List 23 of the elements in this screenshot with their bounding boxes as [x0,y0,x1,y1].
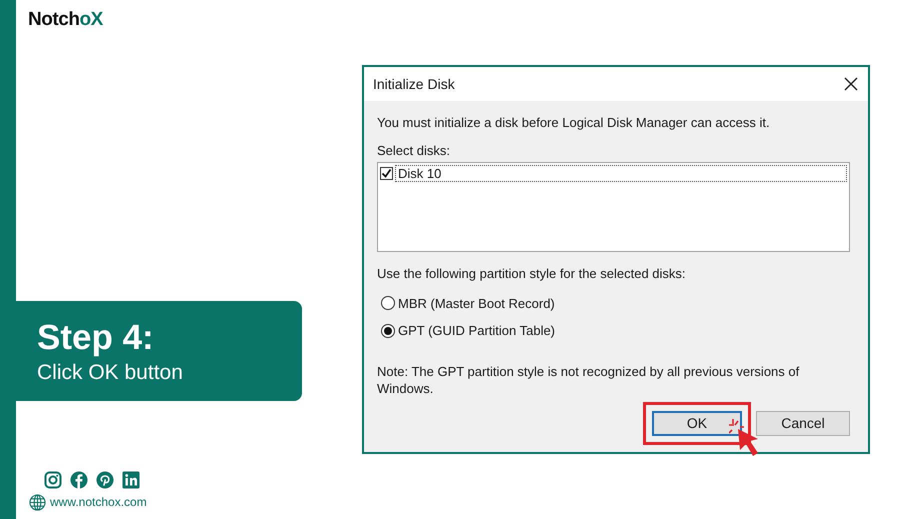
dialog-button[interactable]: OK [652,410,742,436]
checkbox[interactable] [380,167,393,180]
close-icon[interactable] [844,77,858,91]
website-link[interactable]: www.notchox.com [50,493,147,511]
instagram-icon[interactable] [44,471,62,489]
radio-button[interactable] [381,324,395,338]
radio-button[interactable] [381,296,395,310]
select-disks-label: Select disks: [377,142,450,160]
disk-item[interactable]: Disk 10 [395,165,847,182]
pinterest-icon[interactable] [96,471,114,489]
partition-style-label: Use the following partition style for the selected disks: [377,265,686,283]
note-text: Note: The GPT partition style is not recognized by all previous versions of Windows. [377,362,800,396]
facebook-icon[interactable] [70,471,88,489]
globe-icon [29,494,46,510]
dialog-button[interactable]: Cancel [756,410,850,436]
step-subtitle: Click OK button [37,360,183,386]
step-title: Step 4: [37,317,154,359]
radio-label: MBR (Master Boot Record) [398,294,555,313]
logo: NotchoX [28,9,103,30]
linkedin-icon[interactable] [122,471,140,489]
radio-label: GPT (GUID Partition Table) [398,322,556,340]
dialog-title: Initialize Disk [373,74,455,94]
dialog-message: You must initialize a disk before Logical Disk Manager can access it. [377,114,770,132]
